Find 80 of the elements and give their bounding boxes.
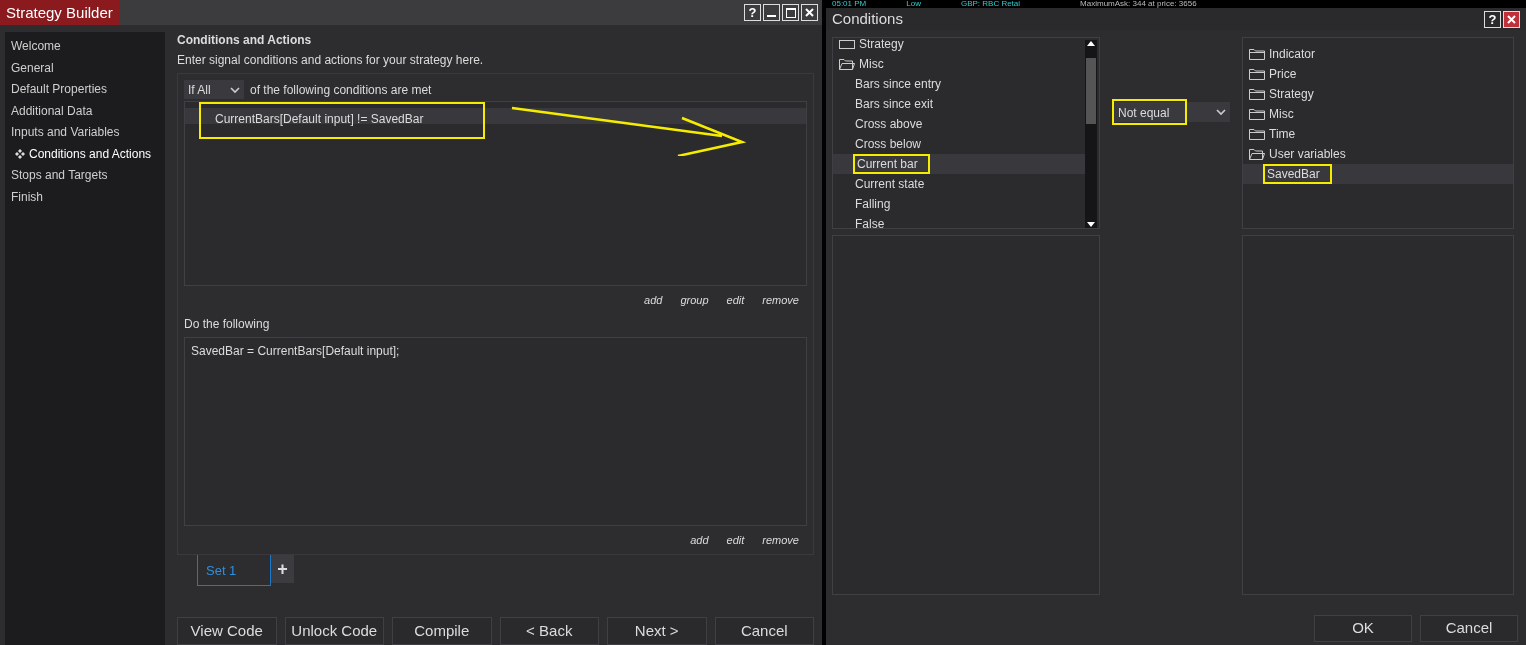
match-label: of the following conditions are met <box>250 81 432 99</box>
diamond-icon <box>15 149 25 160</box>
window-title: Strategy Builder <box>0 0 119 25</box>
caret-icon <box>230 85 240 94</box>
operator-dropdown[interactable]: Not equal <box>1112 102 1230 122</box>
action-link[interactable]: add <box>690 531 709 548</box>
actions-label: Do the following <box>184 315 271 333</box>
sidebar-item[interactable]: Welcome <box>11 36 159 58</box>
close-button[interactable] <box>801 4 818 21</box>
tree-item[interactable]: Cross above <box>833 114 1085 134</box>
folder-icon <box>839 38 855 51</box>
folder-icon <box>1249 87 1265 101</box>
wizard-button[interactable]: Cancel <box>714 617 814 645</box>
tree-folder[interactable]: User variables <box>1243 144 1513 164</box>
folder-icon <box>839 57 855 71</box>
tree-item[interactable]: SavedBar <box>1243 164 1513 184</box>
match-dropdown[interactable]: If All <box>184 80 244 99</box>
minimize-icon <box>767 15 776 17</box>
condition-link[interactable]: group <box>680 292 709 309</box>
tree-item[interactable]: Bars since exit <box>833 94 1085 114</box>
close-icon <box>1507 14 1516 24</box>
section-heading: Conditions and Actions <box>177 32 313 48</box>
section-description: Enter signal conditions and actions for your strategy here. <box>177 53 485 67</box>
tree-item[interactable]: Bars since entry <box>833 74 1085 94</box>
sidebar-item[interactable]: Additional Data <box>11 100 159 122</box>
wizard-button[interactable]: < Back <box>499 617 599 645</box>
tree-folder[interactable]: Strategy <box>1243 84 1513 104</box>
scrollbar-thumb[interactable] <box>1086 58 1096 124</box>
dialog-button[interactable]: Cancel <box>1420 615 1518 642</box>
sidebar-item[interactable]: Default Properties <box>11 79 159 101</box>
condition-link[interactable]: edit <box>726 292 745 309</box>
wizard-button[interactable]: Unlock Code <box>284 617 384 645</box>
scroll-up-icon[interactable] <box>1087 40 1095 46</box>
action-link[interactable]: remove <box>762 531 799 548</box>
folder-icon <box>1249 67 1265 81</box>
wizard-button[interactable]: View Code <box>177 617 277 645</box>
tree-folder[interactable]: Price <box>1243 64 1513 84</box>
folder-icon <box>1249 47 1265 61</box>
sidebar-item[interactable]: Stops and Targets <box>11 165 159 187</box>
tree-folder[interactable]: Misc <box>1243 104 1513 124</box>
ticker-text: Low <box>906 0 921 8</box>
close-icon <box>805 8 814 17</box>
folder-icon <box>1249 147 1265 161</box>
add-set-button[interactable]: + <box>271 555 294 583</box>
ticker-text: MaximumAsk: 344 at price: 3656 <box>1080 0 1197 8</box>
tree-item[interactable]: Current bar <box>833 154 1085 174</box>
tree-folder[interactable]: Time <box>1243 124 1513 144</box>
scroll-down-icon[interactable] <box>1087 222 1095 228</box>
tree-folder[interactable]: Misc <box>833 54 1085 74</box>
help-button[interactable]: ? <box>1484 10 1501 28</box>
tree-folder[interactable]: Strategy <box>833 38 1085 54</box>
action-link[interactable]: edit <box>726 531 745 548</box>
sidebar-item[interactable]: Conditions and Actions <box>11 143 159 165</box>
tree-item[interactable]: Current state <box>833 174 1085 194</box>
dialog-button[interactable]: OK <box>1314 615 1412 642</box>
caret-icon <box>1216 108 1226 116</box>
condition-link[interactable]: add <box>644 292 663 309</box>
wizard-button[interactable]: Next > <box>607 617 707 645</box>
minimize-button[interactable] <box>763 4 780 21</box>
action-text: SavedBar = CurrentBars[Default input]; <box>191 342 401 360</box>
wizard-button[interactable]: Compile <box>392 617 492 645</box>
close-button[interactable] <box>1503 10 1520 28</box>
sidebar-item[interactable]: General <box>11 57 159 79</box>
scrollbar[interactable] <box>1085 40 1097 228</box>
ticker-text: 05:01 PM <box>832 0 867 8</box>
tree-item[interactable]: False <box>833 214 1085 228</box>
help-button[interactable]: ? <box>744 4 761 21</box>
sidebar-item[interactable]: Finish <box>11 186 159 208</box>
maximize-icon <box>785 7 796 18</box>
folder-icon <box>1249 127 1265 141</box>
tree-item[interactable]: Falling <box>833 194 1085 214</box>
ticker-text: GBP: RBC Retai <box>960 0 1021 8</box>
tree-folder[interactable]: Indicator <box>1243 44 1513 64</box>
condition-link[interactable]: remove <box>762 292 799 309</box>
maximize-button[interactable] <box>782 4 799 21</box>
sidebar-item[interactable]: Inputs and Variables <box>11 122 159 144</box>
condition-text: CurrentBars[Default input] != SavedBar <box>199 102 486 139</box>
tree-item[interactable]: Cross below <box>833 134 1085 154</box>
dialog-title: Conditions <box>832 8 903 29</box>
folder-icon <box>1249 107 1265 121</box>
